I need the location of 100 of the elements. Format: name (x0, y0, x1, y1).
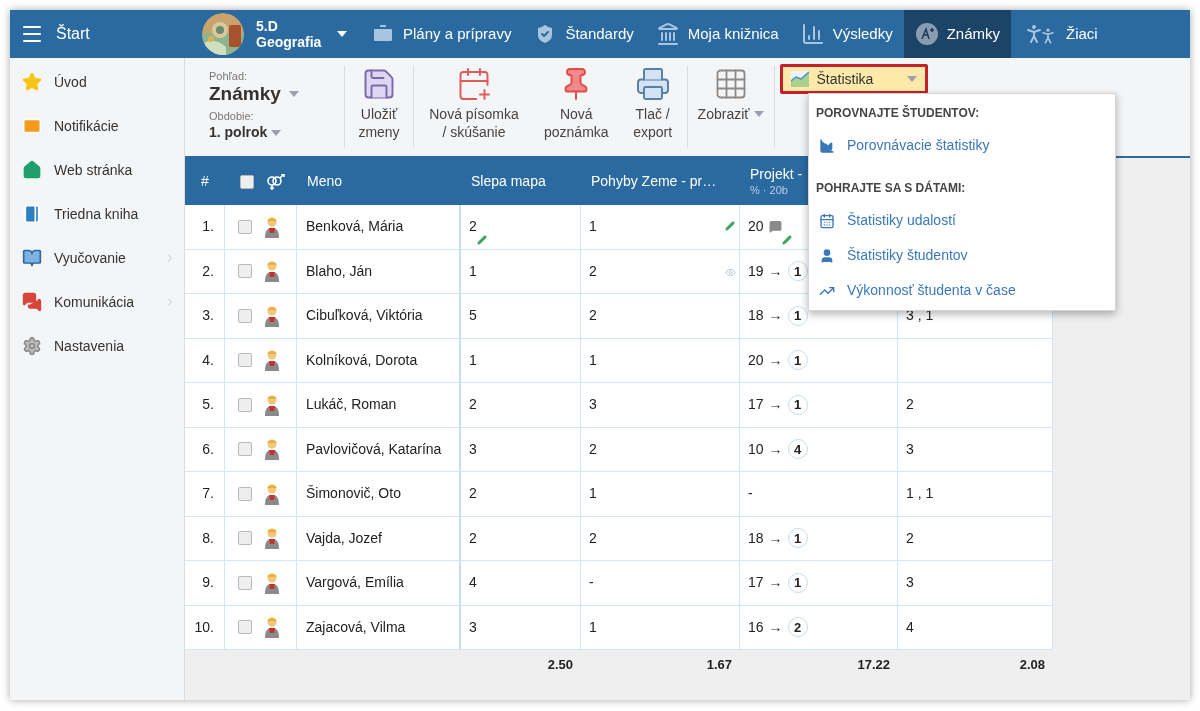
period-dropdown[interactable]: 1. polrok (209, 122, 344, 143)
grade-badge-icon (914, 22, 939, 46)
checkbox[interactable] (238, 353, 252, 368)
toolbar-button[interactable]: Uložiť zmeny (345, 66, 413, 148)
area-chart-icon (790, 71, 809, 87)
sidebar-item[interactable]: Web stránka (10, 148, 184, 192)
grade: - (589, 573, 594, 593)
column-header: Meno (306, 172, 344, 191)
student-name: Benková, Mária (297, 205, 461, 249)
person-icon (264, 260, 280, 283)
notebook-icon (22, 204, 42, 224)
checkbox[interactable] (238, 219, 252, 234)
grade: 2 (469, 395, 477, 415)
caret-icon (271, 129, 282, 136)
row-number: 6. (185, 427, 225, 471)
nav-tab[interactable]: Výsledky (789, 10, 904, 58)
printer-icon (634, 66, 671, 102)
project-score: 17 (748, 395, 764, 415)
grade: 2 (589, 439, 597, 459)
toolbar-button[interactable]: Nová poznámka (534, 66, 619, 148)
checkbox[interactable] (238, 264, 252, 279)
row-number: 7. (185, 472, 225, 516)
checkbox[interactable] (238, 442, 252, 457)
grade: 2 (469, 484, 477, 504)
table-cell-text: 1 , 1 (906, 484, 934, 504)
grade: 1 (589, 617, 597, 637)
sidebar-item[interactable]: Vyučovanie (10, 236, 184, 280)
sidebar-item[interactable]: Komunikácia (10, 280, 184, 324)
menu-heading: POHRAJTE SA S DÁTAMI: (815, 179, 967, 197)
average-value: 17.22 (857, 656, 890, 675)
nav-tab[interactable]: Moja knižnica (644, 10, 790, 58)
checkbox[interactable] (238, 486, 252, 501)
toolbar-button[interactable]: Zobraziť (687, 66, 774, 148)
pencil-icon (782, 234, 792, 245)
toolbar-button[interactable]: Nová písomka / skúšanie (414, 66, 534, 148)
class-selector[interactable]: 5.D Geografia (190, 10, 360, 58)
person-icon (264, 438, 280, 461)
column-header: # (200, 172, 210, 191)
grade: 2 (589, 261, 597, 281)
sidebar-item[interactable]: Notifikácie (10, 104, 184, 148)
calendar-icon (819, 212, 835, 229)
table-cell-text: 3 (906, 439, 914, 459)
chat-icon (22, 292, 42, 312)
row-number: 3. (185, 294, 225, 338)
sidebar-item[interactable]: Úvod (10, 60, 184, 104)
project-score: 17 (748, 573, 764, 593)
menu-item[interactable]: Štatistiky študentov (809, 238, 1115, 273)
grade: 2 (469, 528, 477, 548)
nav-tab[interactable]: Štandardy (522, 10, 645, 58)
column-subtitle: % · 20b (750, 182, 788, 198)
menu-item[interactable]: Porovnávacie štatistiky (809, 128, 1115, 163)
row-number: 2. (185, 249, 225, 293)
arrow: → (768, 261, 783, 281)
arrow: → (768, 306, 783, 326)
arrow: → (768, 350, 783, 370)
checkbox[interactable] (238, 531, 252, 546)
person-icon (819, 247, 835, 264)
person-icon (264, 304, 280, 327)
menu-item[interactable]: Štatistiky udalostí (809, 203, 1115, 238)
grade: 3 (469, 617, 477, 637)
menu-button[interactable]: Štart (10, 10, 190, 58)
grade: 1 (469, 350, 477, 370)
nav-tab[interactable]: Plány a prípravy (360, 10, 523, 58)
checkbox[interactable] (238, 308, 252, 323)
row-number: 4. (185, 338, 225, 382)
person-icon (264, 393, 280, 416)
checkbox[interactable] (238, 575, 252, 590)
open-book-icon (22, 248, 42, 268)
caret-icon (753, 111, 764, 117)
sidebar-item[interactable]: Triedna kniha (10, 192, 184, 236)
project-score: 18 (748, 306, 764, 326)
arrow: → (768, 395, 783, 415)
grade: 1 (589, 484, 597, 504)
checkbox[interactable] (240, 174, 254, 189)
caret-icon (288, 91, 299, 97)
nav-tab[interactable]: Žiaci (1011, 10, 1109, 58)
pencil-icon (725, 221, 735, 231)
toolbar-button[interactable]: Tlač / export (618, 66, 687, 148)
project-score: 10 (748, 439, 764, 459)
student-name: Lukáč, Roman (297, 383, 461, 427)
checkbox[interactable] (238, 620, 252, 635)
grade: 2 (589, 306, 597, 326)
arrow: → (768, 617, 783, 637)
menu-item[interactable]: Výkonnosť študenta v čase (809, 273, 1115, 308)
person-icon (264, 571, 280, 594)
sidebar-item[interactable]: Nastavenia (10, 324, 184, 368)
project-score: 18 (748, 528, 764, 548)
project-score: 20 (748, 350, 764, 370)
statistics-button[interactable]: Štatistika (779, 64, 928, 94)
row-number: 10. (185, 605, 225, 649)
column-header: Projekt - (750, 165, 803, 182)
student-name: Vargová, Emília (297, 561, 461, 605)
table-cell-text: 2 (906, 395, 914, 415)
class-code: 5.D (256, 18, 279, 34)
view-dropdown[interactable]: Známky (209, 82, 344, 106)
checkbox[interactable] (238, 397, 252, 412)
average-value: 2.50 (547, 656, 573, 675)
nav-tab[interactable]: Známky (903, 10, 1012, 58)
grade: 1 (589, 217, 597, 237)
caret-icon (906, 76, 917, 82)
